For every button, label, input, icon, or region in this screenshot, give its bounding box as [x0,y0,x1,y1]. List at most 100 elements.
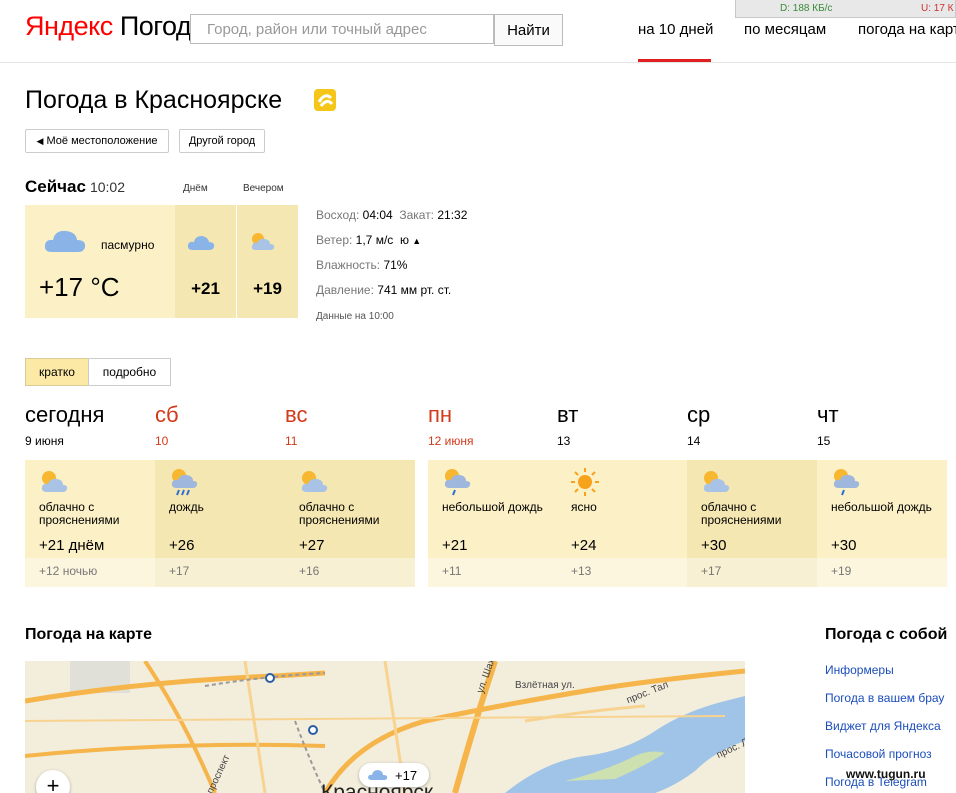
forecast-condition: облачно с прояснениями [701,500,782,527]
net-download: D: 188 КБ/с [780,3,833,14]
sunrise-value: 04:04 [362,208,393,222]
forecast-day-card[interactable]: облачно с прояснениями +27 +16 [285,460,415,587]
forecast-day-card[interactable]: небольшой дождь +30 +19 [817,460,947,587]
search-button[interactable]: Найти [494,14,563,46]
forecast-day-temp: +30 [701,537,727,554]
location-arrow-icon: ◀ [36,136,44,146]
forecast-day-card[interactable]: облачно с прояснениями +21 днём +12 ночь… [25,460,155,587]
cloud-icon [368,770,388,780]
forecast-day-temp: +24 [571,537,597,554]
other-city-button[interactable]: Другой город [179,129,265,153]
partly-cloudy-icon [251,233,275,250]
humidity-label: Влажность: [316,258,381,272]
search-input[interactable] [190,14,494,44]
yandex-weather-logo[interactable]: Яндекс Погода [25,11,206,42]
cloud-icon [187,236,215,250]
evening-column-label: Вечером [243,183,284,194]
forecast-condition: облачно с прояснениями [39,500,120,527]
light-rain-icon [444,469,471,496]
forecast-night-temp: +19 [831,564,852,578]
forecast-day-name[interactable]: сб [155,402,179,428]
sunset-value: 21:32 [437,208,468,222]
forecast-condition: облачно с прояснениями [299,500,380,527]
weather-map[interactable]: Взлётная ул. ул. Шахтёров проспект прос.… [25,661,745,793]
day-temperature: +21 [191,279,220,298]
forecast-day-date: 10 [155,434,169,448]
forecast-condition: ясно [571,500,597,514]
my-location-button[interactable]: ◀ Моё местоположение [25,129,169,153]
wind-arrow-icon: ▲ [412,236,422,246]
map-street-label: Взлётная ул. [515,680,575,691]
evening-card [237,205,298,318]
map-section-title: Погода на карте [25,626,152,643]
forecast-day-temp: +26 [169,537,195,554]
forecast-day-card[interactable]: облачно с прояснениями +30 +17 [687,460,817,587]
forecast-day-card[interactable]: небольшой дождь +21 +11 [428,460,558,587]
forecast-night-temp: +13 [571,564,592,578]
cloud-icon [44,230,86,252]
nav-10-days[interactable]: на 10 дней [638,21,713,38]
wind-direction: ю [399,233,409,247]
my-location-label: Моё местоположение [46,135,158,147]
link-browser-weather[interactable]: Погода в вашем брау [825,691,944,705]
link-yandex-widget[interactable]: Виджет для Яндекса [825,719,941,733]
sun-icon [571,468,599,496]
forecast-day-name[interactable]: чт [817,402,839,428]
nav-active-underline [638,59,711,62]
forecast-day-card[interactable]: дождь +26 +17 [155,460,285,587]
forecast-day-name[interactable]: вс [285,402,307,428]
forecast-day-date: 9 июня [25,434,64,448]
forecast-day-date: 11 [285,434,298,448]
logo-yandex: Яндекс [25,11,113,41]
now-time: 10:02 [89,179,126,195]
forecast-day-name[interactable]: ср [687,402,710,428]
net-upload: U: 17 К [921,3,954,14]
partly-cloudy-icon [301,471,328,492]
pressure-label: Давление: [316,283,374,297]
map-city-label: Красноярск [321,781,434,793]
nav-weather-map[interactable]: погода на карт [858,21,956,38]
forecast-day-card[interactable]: ясно +24 +13 [557,460,687,587]
forecast-night-temp: +12 ночью [39,564,98,578]
sun-times: Восход: 04:04 Закат: 21:32 [316,208,467,222]
forecast-day-temp: +30 [831,537,857,554]
now-label-text: Сейчас [25,177,86,196]
day-column-label: Днём [183,183,208,194]
humidity-value: 71% [383,258,408,272]
wind-label: Ветер: [316,233,353,247]
light-rain-icon [833,469,860,496]
partly-cloudy-icon [703,471,730,492]
forecast-condition: дождь [169,500,204,514]
wind-value: 1,7 м/с [355,233,394,247]
tab-brief[interactable]: кратко [25,358,89,386]
page-title: Погода в Красноярске [25,86,283,114]
forecast-condition: небольшой дождь [831,500,932,514]
sunset-label: Закат: [399,208,435,222]
rain-icon [171,469,198,496]
day-card [175,205,236,318]
forecast-day-name[interactable]: сегодня [25,402,104,428]
forecast-day-date: 13 [557,434,571,448]
forecast-day-name[interactable]: вт [557,402,578,428]
forecast-night-temp: +11 [442,564,462,578]
humidity-info: Влажность: 71% [316,258,407,272]
tab-detailed[interactable]: подробно [88,358,171,386]
share-icon[interactable] [313,88,337,112]
link-hourly-forecast[interactable]: Почасовой прогноз [825,747,932,761]
forecast-day-date: 12 июня [428,434,474,448]
forecast-night-temp: +17 [169,564,190,578]
forecast-day-name[interactable]: пн [428,402,452,428]
forecast-day-date: 15 [817,434,831,448]
link-informers[interactable]: Информеры [825,663,894,677]
current-temperature: +17 °C [39,272,120,302]
forecast-night-temp: +16 [299,564,320,578]
current-condition: пасмурно [101,238,155,252]
sunrise-label: Восход: [316,208,360,222]
forecast-night-temp: +17 [701,564,722,578]
pressure-value: 741 мм рт. ст. [377,283,452,297]
weather-with-you-title: Погода с собой [825,626,948,643]
network-monitor: D: 188 КБ/с U: 17 К [735,0,956,18]
evening-temperature: +19 [253,279,282,298]
data-updated-time: Данные на 10:00 [316,311,394,322]
nav-by-months[interactable]: по месяцам [744,21,826,38]
